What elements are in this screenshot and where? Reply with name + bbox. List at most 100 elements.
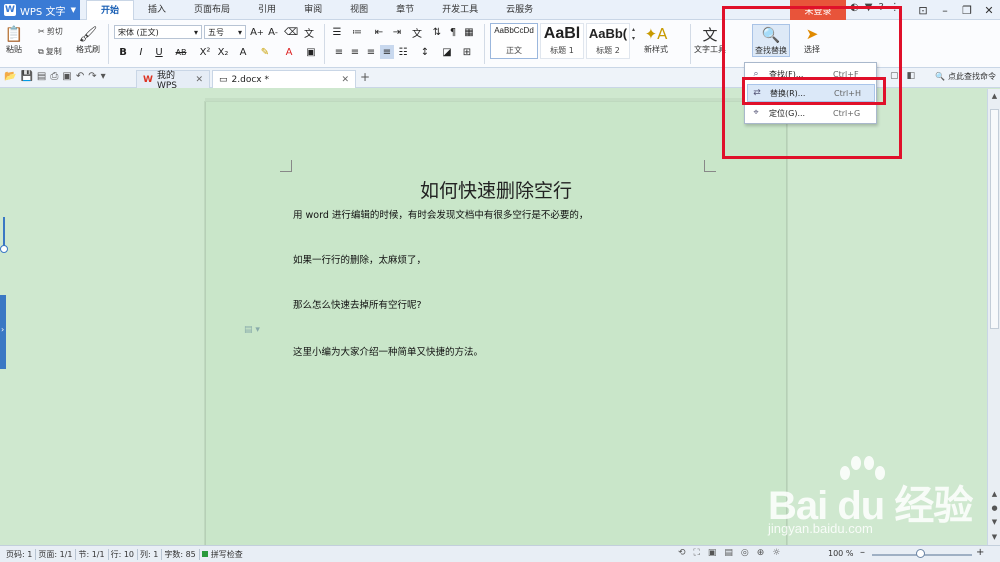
menu-item-find[interactable]: ⌕ 查找(F)... Ctrl+F [747,65,875,83]
status-spell-check[interactable]: 拼写检查 [202,549,246,560]
select-browse-icon[interactable]: ● [989,503,1000,513]
login-button[interactable]: 未登录 [790,0,846,20]
tab-view[interactable]: 视图 [336,0,382,20]
minimize-icon[interactable]: – [934,0,956,20]
grow-font-icon[interactable]: A + [250,25,264,39]
strikethrough-icon[interactable]: AB [174,45,188,59]
menu-item-goto[interactable]: ⌖ 定位(G)... Ctrl+G [747,104,875,122]
undo-icon[interactable]: ↶ [76,71,84,82]
style-heading-2[interactable]: AaBb( 标题 2 [586,23,630,59]
chevron-down-icon[interactable]: ▾ [101,71,106,82]
format-painter-button[interactable]: 🖌 格式刷 [76,24,100,55]
menu-item-replace[interactable]: ⇄ 替换(R)... Ctrl+H [747,84,875,102]
paste-button[interactable]: 📋 粘贴 [4,24,24,55]
new-style-button[interactable]: ✦A 新样式 [644,24,668,55]
document-page[interactable]: 如何快速删除空行 用 word 进行编辑的时候，有时会发现文档中有很多空行是不必… [205,102,787,547]
style-heading-1[interactable]: AaBl 标题 1 [540,23,584,59]
skin-icon[interactable]: ◐ [850,2,859,13]
tab-chapter[interactable]: 章节 [382,0,428,20]
shading-icon[interactable]: ◪ [440,45,454,59]
new-tab-icon[interactable]: + [360,70,370,84]
eye-protect-icon[interactable]: ☼ [772,548,780,558]
clear-format-icon[interactable]: ⌫ [284,25,298,39]
font-size-select[interactable]: 五号 ▾ [204,25,246,39]
app-menu-button[interactable]: W WPS 文字 ▼ [0,0,80,20]
table-icon[interactable]: ▦ [462,25,476,39]
redo-icon[interactable]: ↷ [88,71,96,82]
help-icon[interactable]: ? [878,2,883,13]
char-shading-icon[interactable]: ▣ [304,45,318,59]
scroll-down-icon[interactable]: ▼ [989,532,1000,542]
align-center-icon[interactable]: ≡ [348,45,362,59]
italic-icon[interactable]: I [134,45,148,59]
restore-icon[interactable]: ❐ [956,0,978,20]
find-command[interactable]: 🔍 点此查找命令 [935,71,996,82]
phonetic-icon[interactable]: 文 [302,25,316,40]
numbered-list-icon[interactable]: ≔ [350,25,364,39]
tab-insert[interactable]: 插入 [134,0,180,20]
side-panel-toggle[interactable] [0,295,6,369]
align-justify-icon[interactable]: ≡ [380,45,394,59]
superscript-icon[interactable]: X² [198,45,212,59]
open-icon[interactable]: 📂 [4,71,16,82]
restore-panel-icon[interactable]: ▢ [890,71,899,81]
align-right-icon[interactable]: ≡ [364,45,378,59]
export-pdf-icon[interactable]: ▤ [37,71,46,82]
sort-icon[interactable]: ⇅ [430,25,444,39]
scroll-thumb[interactable] [990,109,999,329]
find-replace-button[interactable]: 🔍 查找替换 [752,24,790,57]
print-icon[interactable]: ⎙ [50,71,58,82]
cut-button[interactable]: ✂ 剪切 [38,26,63,37]
close-icon[interactable]: ✕ [195,75,203,85]
doc-tab-2docx[interactable]: ▭ 2.docx * ✕ [212,70,356,88]
border-icon[interactable]: ⊞ [460,45,474,59]
shrink-font-icon[interactable]: A- [266,25,280,39]
select-button[interactable]: ➤ 选择 [802,24,822,55]
document-title[interactable]: 如何快速删除空行 [206,176,786,203]
subscript-icon[interactable]: X₂ [216,45,230,59]
document-line[interactable]: 如果一行行的删除，太麻烦了， [293,252,426,266]
show-marks-icon[interactable]: ¶ [446,25,460,39]
read-view-icon[interactable]: ▤ [724,548,733,558]
tab-home[interactable]: 开始 [86,0,135,21]
doc-tab-my-wps[interactable]: W 我的WPS ✕ [136,70,210,91]
document-line[interactable]: 这里小编为大家介绍一种简单又快捷的方法。 [293,344,483,358]
layout-icon[interactable]: ◧ [907,71,916,81]
tab-developer[interactable]: 开发工具 [428,0,492,20]
close-icon[interactable]: ✕ [978,0,1000,20]
pin-icon[interactable]: ⊡ [912,0,934,20]
distributed-icon[interactable]: ☷ [396,45,410,59]
web-view-icon[interactable]: ◎ [741,548,749,558]
document-line[interactable]: 用 word 进行编辑的时候，有时会发现文档中有很多空行是不必要的， [293,207,588,221]
prev-page-icon[interactable]: ▲ [989,489,1000,499]
paragraph-handle-icon[interactable]: ▤ ▾ [244,325,260,335]
decrease-indent-icon[interactable]: ⇤ [372,25,386,39]
revision-icon[interactable]: ⟲ [678,548,686,558]
next-page-icon[interactable]: ▼ [989,517,1000,527]
zoom-percent[interactable]: 100 % [828,549,853,558]
align-left-icon[interactable]: ≡ [332,45,346,59]
outline-view-icon[interactable]: ⊕ [757,548,765,558]
bold-icon[interactable]: B [116,45,130,59]
increase-indent-icon[interactable]: ⇥ [390,25,404,39]
tab-review[interactable]: 审阅 [290,0,336,20]
shirt-icon[interactable]: ▼ [865,2,873,13]
close-icon[interactable]: ✕ [341,75,349,85]
style-normal[interactable]: AaBbCcDd 正文 [490,23,538,59]
preview-icon[interactable]: ▣ [62,71,71,82]
tab-page-layout[interactable]: 页面布局 [180,0,244,20]
font-name-select[interactable]: 宋体 (正文) ▾ [114,25,202,39]
tab-cloud[interactable]: 云服务 [492,0,547,20]
styles-scroll[interactable]: ▴ ▾ [632,26,635,42]
chinese-layout-icon[interactable]: 文 [410,25,424,40]
text-effect-icon[interactable]: A [236,45,250,59]
bullet-list-icon[interactable]: ☰ [330,25,344,39]
scroll-up-icon[interactable]: ▲ [989,91,1000,101]
text-tools-button[interactable]: 文 文字工具 [694,24,726,55]
page-view-icon[interactable]: ▣ [708,548,717,558]
zoom-in-icon[interactable]: + [976,547,984,558]
zoom-slider-knob[interactable] [916,549,925,558]
copy-button[interactable]: ⧉ 复制 [38,46,62,57]
document-line[interactable]: 那么怎么快速去掉所有空行呢? [293,297,422,311]
more-icon[interactable]: ⋮ [890,2,900,13]
